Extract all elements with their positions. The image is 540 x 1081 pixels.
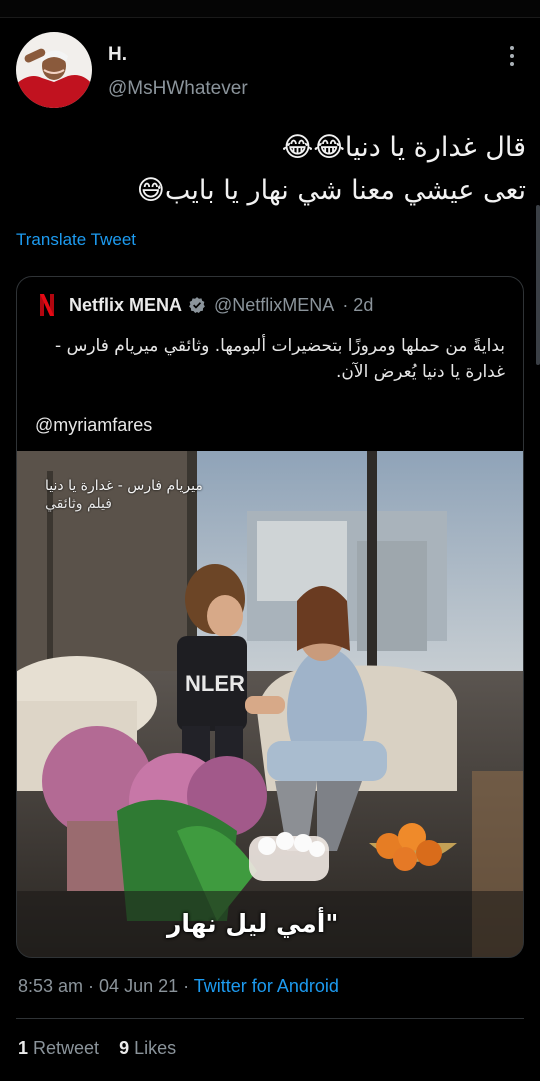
likes-stat[interactable]: 9 Likes (119, 1038, 176, 1058)
quoted-tweet-age: · 2d (342, 294, 374, 315)
video-overlay-subtitle: فيلم وثائقي (45, 496, 112, 512)
tweet-date: 04 Jun 21 (99, 976, 179, 996)
author-handle[interactable]: @MsHWhatever (108, 78, 248, 100)
tweet-time: 8:53 am (18, 976, 84, 996)
more-vertical-icon[interactable] (502, 44, 522, 68)
tweet-meta: 8:53 am · 04 Jun 21 · Twitter for Androi… (18, 976, 339, 997)
quoted-tweet-header: Netflix MENA @NetflixMENA · 2d (35, 293, 373, 317)
meta-separator: · (178, 976, 194, 996)
quoted-mention-link[interactable]: @myriamfares (35, 415, 152, 436)
video-overlay-title: ميريام فارس - غدارة يا دنيا (45, 478, 203, 494)
quoted-tweet[interactable]: Netflix MENA @NetflixMENA · 2d بدايةً من… (16, 276, 524, 958)
divider (16, 1018, 524, 1019)
tweet-header: H. @MsHWhatever (16, 32, 526, 112)
verified-badge-icon (188, 296, 206, 314)
likes-label: Likes (129, 1038, 177, 1058)
tweet-line-2: تعى عيشي معنا شي نهار يا بايب😅 (136, 175, 526, 206)
video-thumbnail[interactable]: NLER ميريام فارس - غدارة يا دنيا فيلم وث… (17, 451, 523, 957)
avatar[interactable] (16, 32, 92, 108)
tweet-text: قال غدارة يا دنيا😂😂 تعى عيشي معنا شي نها… (16, 126, 526, 212)
top-bar (0, 0, 540, 18)
netflix-logo-icon (35, 293, 59, 317)
author-name[interactable]: H. (108, 44, 127, 66)
tweet-stats: 1 Retweet 9 Likes (18, 1038, 176, 1059)
retweets-stat[interactable]: 1 Retweet (18, 1038, 99, 1058)
tweet-source-link[interactable]: Twitter for Android (194, 976, 339, 996)
scrollbar[interactable] (536, 205, 540, 365)
quoted-tweet-text: بدايةً من حملها ومروزًا بتحضيرات ألبومها… (55, 336, 505, 382)
likes-count: 9 (119, 1038, 130, 1058)
translate-tweet-link[interactable]: Translate Tweet (16, 230, 136, 250)
meta-separator: · (83, 976, 100, 996)
retweets-count: 1 (18, 1038, 29, 1058)
svg-text:NLER: NLER (185, 671, 245, 696)
video-caption: "أمي ليل نهار (167, 909, 339, 938)
quoted-author-name[interactable]: Netflix MENA (69, 295, 182, 316)
quoted-author-handle[interactable]: @NetflixMENA (214, 295, 334, 316)
tweet-line-1: قال غدارة يا دنيا😂😂 (281, 132, 526, 163)
retweets-label: Retweet (28, 1038, 100, 1058)
